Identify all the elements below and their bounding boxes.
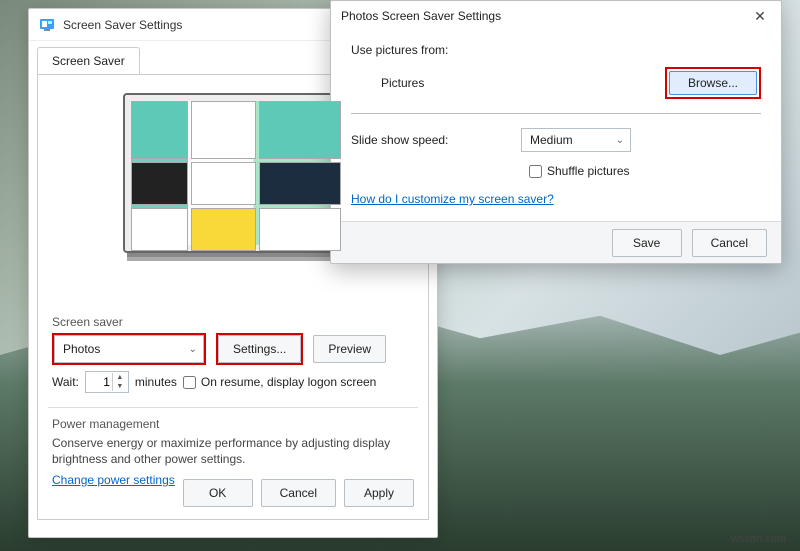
on-resume-checkbox[interactable] — [183, 376, 196, 389]
on-resume-row[interactable]: On resume, display logon screen — [183, 375, 376, 389]
highlight-browse-button: Browse... — [665, 67, 761, 99]
power-management-text: Conserve energy or maximize performance … — [52, 435, 414, 467]
window2-divider — [351, 113, 761, 114]
on-resume-label: On resume, display logon screen — [201, 375, 376, 389]
minutes-label: minutes — [135, 375, 177, 389]
browse-button[interactable]: Browse... — [669, 71, 757, 95]
highlight-settings-button: Settings... — [216, 333, 303, 365]
slide-speed-dropdown[interactable]: Medium ⌄ — [521, 128, 631, 152]
watermark: wsxdn.com — [731, 533, 786, 545]
screensaver-dropdown-value: Photos — [63, 342, 100, 356]
apply-button[interactable]: Apply — [344, 479, 414, 507]
save-button[interactable]: Save — [612, 229, 682, 257]
screensaver-preview-monitor — [123, 93, 343, 253]
slide-speed-row: Slide show speed: Medium ⌄ — [351, 128, 761, 152]
shuffle-field[interactable]: Shuffle pictures — [529, 164, 761, 178]
window2-footer: Save Cancel — [331, 221, 781, 263]
screensaver-app-icon — [39, 17, 55, 33]
shuffle-label: Shuffle pictures — [547, 164, 630, 178]
slide-speed-value: Medium — [530, 133, 573, 147]
spinner-up-icon[interactable]: ▲ — [113, 373, 127, 382]
preview-button[interactable]: Preview — [313, 335, 386, 363]
pictures-row: Pictures Browse... — [351, 67, 761, 99]
wait-spinner[interactable]: ▲ ▼ — [85, 371, 129, 393]
change-power-settings-link[interactable]: Change power settings — [52, 473, 175, 487]
photos-screensaver-settings-window: Photos Screen Saver Settings ✕ Use pictu… — [330, 0, 782, 264]
wait-label: Wait: — [52, 375, 79, 389]
ok-button[interactable]: OK — [183, 479, 253, 507]
highlight-dropdown: Photos ⌄ — [52, 333, 206, 365]
settings-button[interactable]: Settings... — [218, 335, 301, 363]
spinner-down-icon[interactable]: ▼ — [113, 382, 127, 391]
divider — [48, 407, 418, 408]
wait-row: Wait: ▲ ▼ minutes On resume, display log… — [52, 371, 376, 393]
pictures-value: Pictures — [381, 76, 424, 90]
tab-screen-saver[interactable]: Screen Saver — [37, 47, 140, 74]
screen-saver-row: Photos ⌄ Settings... Preview — [52, 333, 386, 365]
window2-title: Photos Screen Saver Settings — [341, 9, 501, 23]
wait-input[interactable] — [86, 375, 112, 389]
window2-titlebar: Photos Screen Saver Settings ✕ — [331, 1, 781, 31]
spinner-buttons[interactable]: ▲ ▼ — [112, 373, 127, 391]
cancel-button[interactable]: Cancel — [261, 479, 336, 507]
customize-help-link[interactable]: How do I customize my screen saver? — [351, 192, 554, 206]
chevron-down-icon: ⌄ — [189, 344, 197, 355]
screensaver-dropdown[interactable]: Photos ⌄ — [54, 335, 204, 363]
window1-footer-buttons: OK Cancel Apply — [183, 479, 414, 507]
window1-title: Screen Saver Settings — [63, 18, 182, 32]
power-management-label: Power management — [52, 417, 159, 431]
slide-speed-label: Slide show speed: — [351, 133, 448, 147]
chevron-down-icon: ⌄ — [616, 135, 624, 146]
use-pictures-from-label: Use pictures from: — [351, 43, 761, 57]
cancel-button-2[interactable]: Cancel — [692, 229, 767, 257]
screen-saver-section-label: Screen saver — [52, 315, 123, 329]
close-icon[interactable]: ✕ — [749, 8, 771, 25]
window2-body: Use pictures from: Pictures Browse... Sl… — [331, 31, 781, 206]
shuffle-checkbox[interactable] — [529, 165, 542, 178]
shuffle-row: Shuffle pictures — [351, 164, 761, 178]
